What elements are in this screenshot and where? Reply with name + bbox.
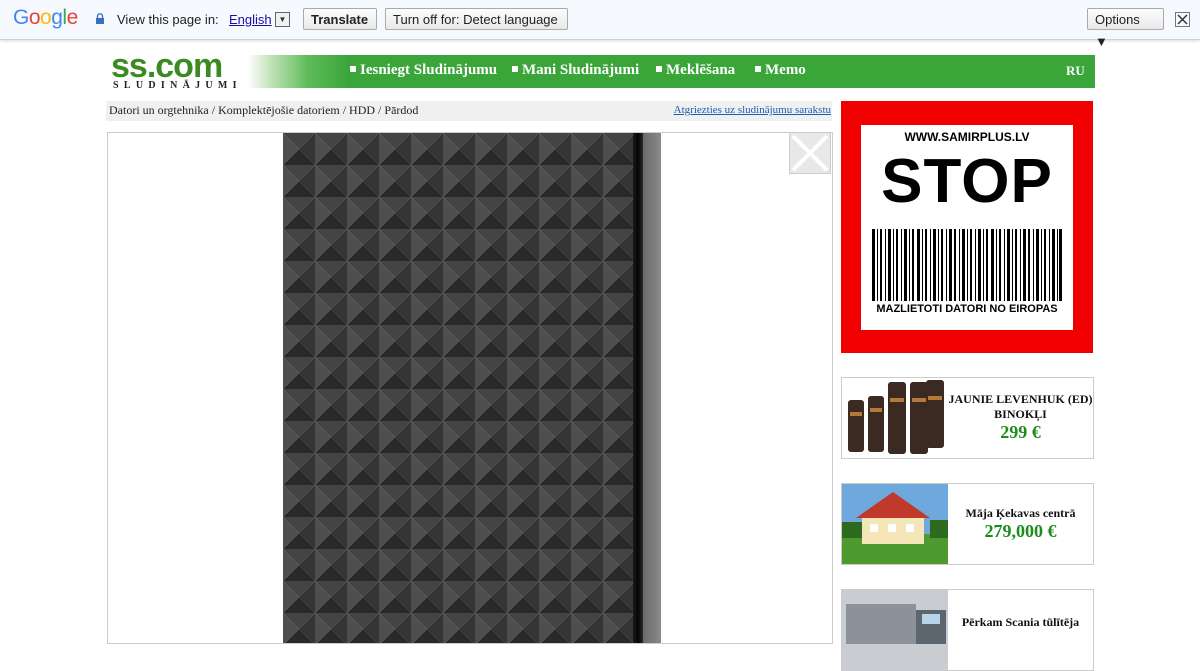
main-nav: Iesniegt Sludinājumu Mani Sludinājumi Me…	[248, 55, 1095, 88]
ad-binoculars[interactable]: JAUNIE LEVENHUK (ED) BINOKĻI 299 €	[841, 377, 1094, 459]
language-switch-ru[interactable]: RU	[1066, 63, 1085, 79]
logo-sub-text: SLUDINĀJUMI	[113, 80, 242, 91]
translate-bar: Google View this page in: English ▼ Tran…	[0, 0, 1200, 49]
ad-title: Māja Ķekavas centrā	[965, 506, 1076, 520]
ad-footer-text: MAZLIETOTI DATORI NO EIROPAS	[876, 303, 1058, 315]
dropdown-arrow-icon[interactable]: ▼	[275, 12, 290, 27]
close-translate-button[interactable]	[1175, 12, 1190, 27]
binoculars-image	[842, 378, 948, 458]
bullet-icon	[350, 66, 356, 72]
nav-item-my-ads[interactable]: Mani Sludinājumi	[512, 62, 639, 79]
barcode-icon	[872, 229, 1062, 301]
truck-image	[842, 590, 948, 670]
ad-price: 279,000 €	[984, 521, 1057, 541]
ad-url-text: WWW.SAMIRPLUS.LV	[904, 130, 1030, 144]
hdd-product-image	[283, 133, 661, 643]
close-icon	[1177, 14, 1188, 25]
ad-price: 299 €	[1000, 422, 1041, 442]
bullet-icon	[512, 66, 518, 72]
ad-headline: STOP	[881, 147, 1053, 216]
bullet-icon	[656, 66, 662, 72]
close-icon	[791, 134, 829, 172]
ad-title: JAUNIE LEVENHUK (ED) BINOKĻI	[948, 392, 1093, 421]
nav-item-search[interactable]: Meklēšana	[656, 62, 735, 79]
ad-banner-stop[interactable]: WWW.SAMIRPLUS.LV STOP MAZLIETOTI DATORI …	[841, 101, 1093, 353]
site-logo[interactable]: ss.com SLUDINĀJUMI	[111, 47, 242, 92]
turn-off-button[interactable]: Turn off for: Detect language	[385, 8, 568, 30]
breadcrumb: Datori un orgtehnika / Komplektējošie da…	[106, 101, 832, 121]
ad-scania[interactable]: Pērkam Scania tūlītēja	[841, 589, 1094, 671]
close-image-button[interactable]	[789, 132, 831, 174]
nav-item-submit[interactable]: Iesniegt Sludinājumu	[350, 62, 497, 79]
translate-prompt: View this page in:	[117, 12, 219, 27]
options-button[interactable]: Options ▼	[1087, 8, 1164, 49]
back-to-list-link[interactable]: Atgriezties uz sludinājumu sarakstu	[674, 104, 831, 116]
ad-house[interactable]: Māja Ķekavas centrā 279,000 €	[841, 483, 1094, 565]
translate-button[interactable]: Translate	[303, 8, 377, 30]
google-logo: Google	[13, 6, 78, 29]
language-select[interactable]: English	[229, 12, 272, 27]
product-image-viewer[interactable]	[107, 132, 833, 644]
house-image	[842, 484, 948, 564]
logo-main-text: ss.com	[111, 47, 223, 85]
lock-icon	[96, 13, 104, 24]
ad-title: Pērkam Scania tūlītēja	[961, 615, 1080, 629]
nav-item-memo[interactable]: Memo	[755, 62, 806, 79]
bullet-icon	[755, 66, 761, 72]
breadcrumb-path[interactable]: Datori un orgtehnika / Komplektējošie da…	[109, 103, 418, 118]
